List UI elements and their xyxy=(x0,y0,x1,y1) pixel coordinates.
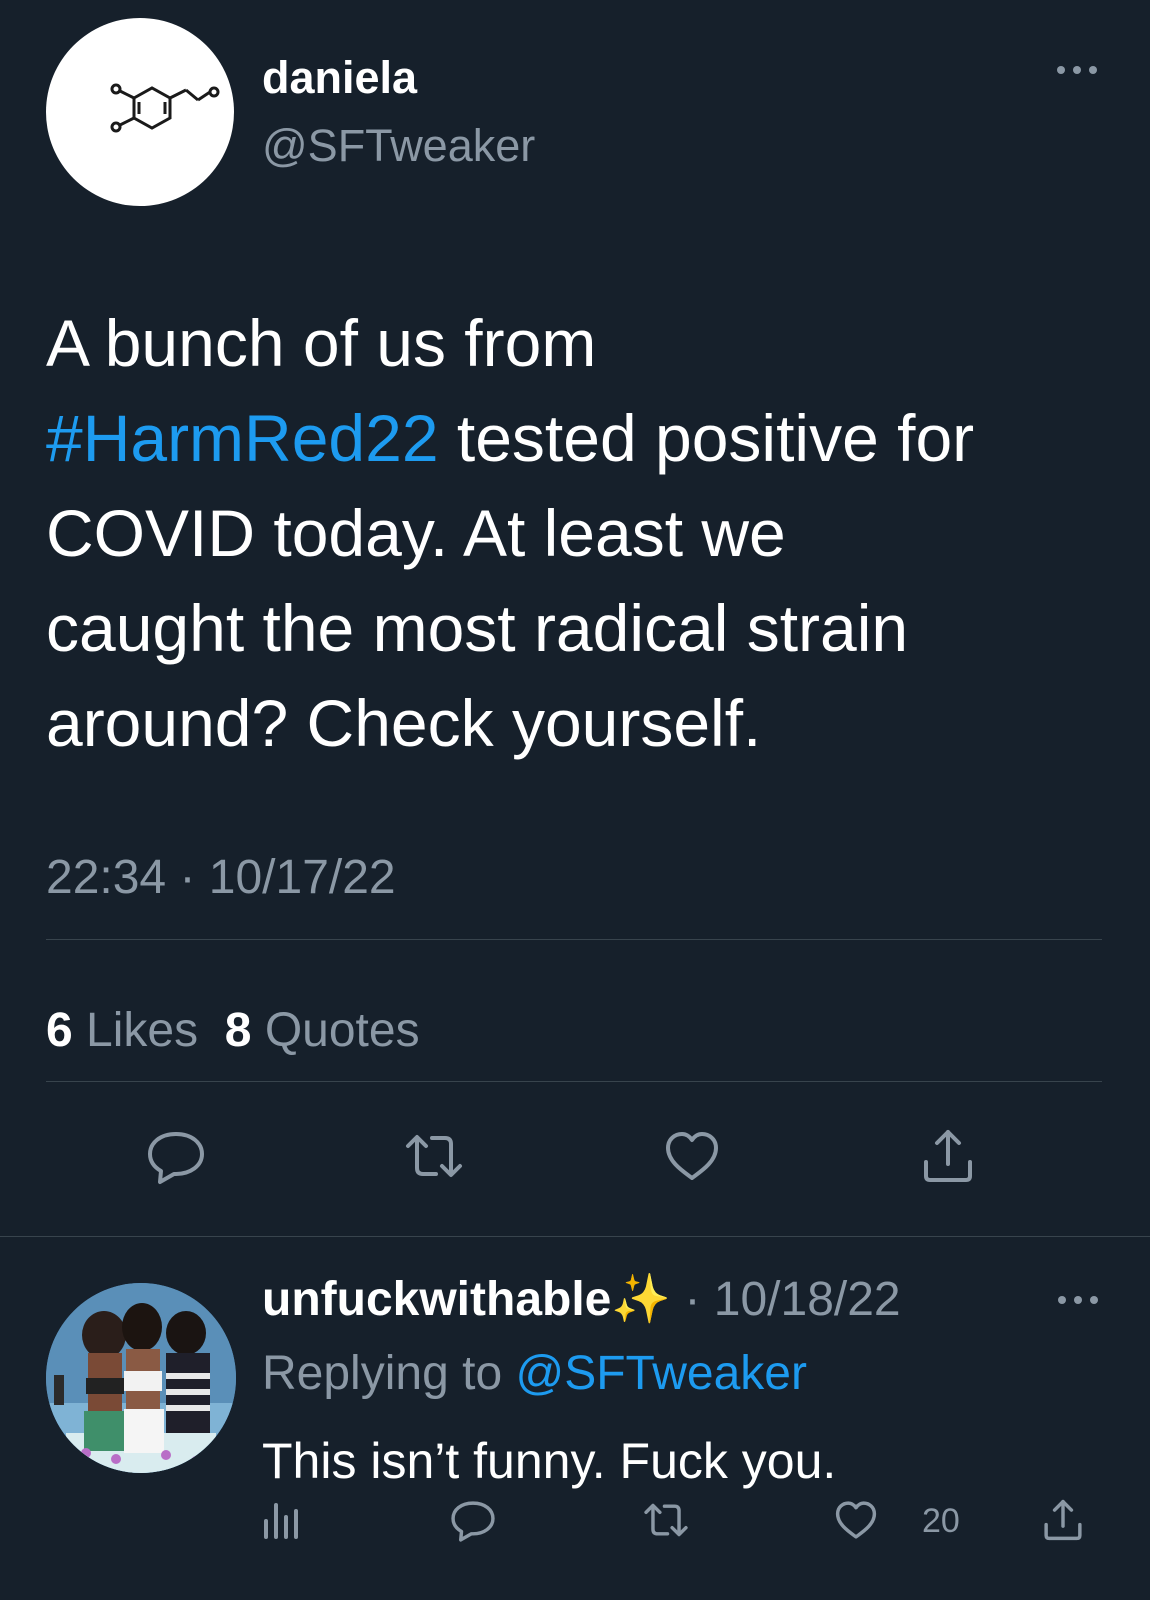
tweet-line: #HarmRed22 tested positive for xyxy=(46,391,1106,486)
reply-author-name[interactable]: unfuckwithable xyxy=(262,1273,611,1326)
retweet-icon[interactable] xyxy=(643,1497,689,1543)
tweet-timestamp[interactable]: 22:34 · 10/17/22 xyxy=(46,850,396,905)
reply-text: This isn’t funny. Fuck you. xyxy=(262,1433,837,1489)
reply-like-count: 20 xyxy=(922,1502,960,1540)
molecule-logo-icon xyxy=(110,83,220,133)
tweet-line: COVID today. At least we xyxy=(46,496,786,570)
likes-label: Likes xyxy=(86,1004,199,1057)
analytics-icon[interactable] xyxy=(258,1497,304,1543)
quotes-label: Quotes xyxy=(264,1004,420,1057)
tweet-stats: 6 Likes 8 Quotes xyxy=(46,1003,420,1058)
share-icon[interactable] xyxy=(1040,1497,1086,1543)
tweet-line: around? Check yourself. xyxy=(46,686,762,760)
likes-stat[interactable]: 6 Likes xyxy=(46,1004,198,1057)
tweet-text: A bunch of us from #HarmRed22 tested pos… xyxy=(46,296,1106,771)
quotes-count: 8 xyxy=(224,1004,252,1057)
reply-header: unfuckwithable✨ · 10/18/22 xyxy=(262,1270,901,1327)
mention-link[interactable]: @SFTweaker xyxy=(515,1347,806,1400)
share-icon[interactable] xyxy=(918,1126,978,1186)
hashtag-link[interactable]: #HarmRed22 xyxy=(46,401,439,475)
author-name[interactable]: daniela xyxy=(262,52,417,104)
sparkles-icon: ✨ xyxy=(611,1273,672,1326)
author-avatar[interactable] xyxy=(46,18,234,206)
reply-author-avatar[interactable] xyxy=(46,1283,236,1473)
tweet-line-text: tested positive for xyxy=(438,401,975,475)
reply-icon[interactable] xyxy=(146,1126,206,1186)
retweet-icon[interactable] xyxy=(404,1126,464,1186)
more-options-icon[interactable] xyxy=(1055,1290,1101,1310)
section-divider xyxy=(0,1236,1150,1237)
reply-icon[interactable] xyxy=(450,1497,496,1543)
author-handle[interactable]: @SFTweaker xyxy=(262,120,535,172)
illustration-avatar-icon xyxy=(46,1283,236,1473)
likes-count: 6 xyxy=(46,1004,73,1057)
divider xyxy=(46,939,1102,940)
replying-prefix: Replying to xyxy=(262,1347,516,1400)
replying-to: Replying to @SFTweaker xyxy=(262,1346,807,1401)
more-options-icon[interactable] xyxy=(1054,60,1100,80)
like-icon[interactable] xyxy=(662,1126,722,1186)
divider xyxy=(46,1081,1102,1082)
tweet-line: caught the most radical strain xyxy=(46,591,909,665)
tweet-line: A bunch of us from xyxy=(46,306,597,380)
reply-date[interactable]: · 10/18/22 xyxy=(671,1273,900,1326)
quotes-stat[interactable]: 8 Quotes xyxy=(225,1004,420,1057)
like-icon[interactable] xyxy=(833,1497,879,1543)
